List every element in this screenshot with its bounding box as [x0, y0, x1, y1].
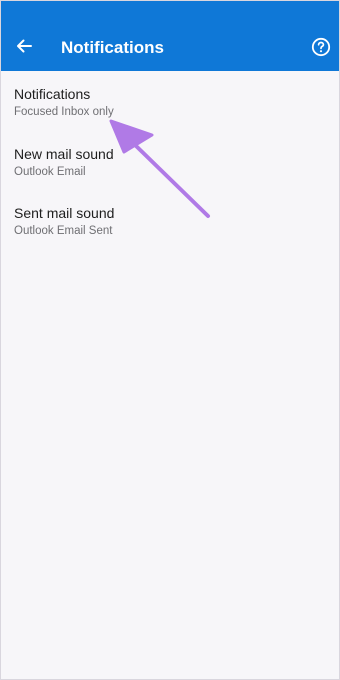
setting-title: Sent mail sound — [14, 205, 115, 221]
help-button[interactable] — [309, 35, 333, 59]
back-button[interactable] — [9, 31, 39, 61]
app-bar: Notifications — [1, 1, 339, 71]
setting-subtitle: Outlook Email Sent — [14, 225, 113, 237]
setting-title: New mail sound — [14, 146, 114, 162]
setting-title: Notifications — [14, 86, 91, 102]
arrow-left-icon — [17, 39, 32, 53]
help-circle-icon — [311, 37, 331, 57]
setting-sent-mail-sound[interactable]: Sent mail sound Outlook Email Sent — [1, 204, 339, 254]
notifications-screen: Notifications Notifications Focused Inbo… — [0, 0, 340, 680]
setting-notifications[interactable]: Notifications Focused Inbox only — [1, 85, 339, 135]
setting-new-mail-sound[interactable]: New mail sound Outlook Email — [1, 145, 339, 195]
setting-subtitle: Focused Inbox only — [14, 106, 114, 118]
setting-subtitle: Outlook Email — [14, 166, 86, 178]
page-title: Notifications — [61, 38, 164, 57]
